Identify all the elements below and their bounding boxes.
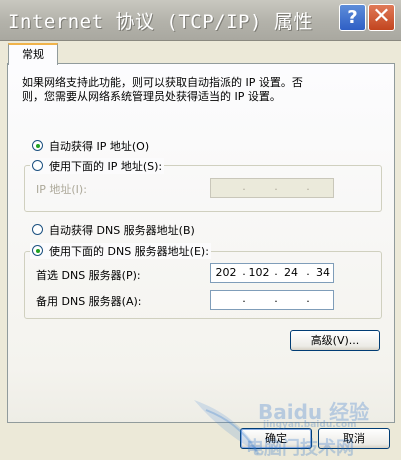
tab-panel-general: 如果网络支持此功能，则可以获取自动指派的 IP 设置。否 则，您需要从网络系统管… [7, 63, 395, 423]
ip-manual-legend: 使用下面的 IP 地址(S): [30, 158, 165, 174]
help-icon: ? [347, 7, 358, 28]
dialog-window: Internet 协议 (TCP/IP) 属性 ? ✕ 常规 如果网络支持此功能… [0, 0, 401, 459]
description-line-2: 则，您需要从网络系统管理员处获得适当的 IP 设置。 [22, 90, 281, 103]
dns-manual-legend: 使用下面的 DNS 服务器地址(E): [30, 243, 211, 259]
radio-selected-dot [35, 248, 40, 253]
label-preferred-dns: 首选 DNS 服务器(P): [36, 269, 141, 282]
preferred-dns-octet-4: 34 [316, 266, 330, 279]
preferred-dns-octet-2: 102 [248, 266, 270, 279]
ip-address-field: . . . [210, 178, 334, 198]
radio-ip-auto[interactable] [32, 140, 43, 151]
radio-ip-manual[interactable] [32, 160, 43, 171]
tab-general[interactable]: 常规 [8, 43, 58, 65]
preferred-dns-octet-1: 202 [215, 266, 237, 279]
radio-dns-manual[interactable] [32, 245, 43, 256]
octet-dot: . [242, 180, 246, 193]
label-ip-auto[interactable]: 自动获得 IP 地址(O) [49, 138, 149, 154]
label-ip-manual[interactable]: 使用下面的 IP 地址(S): [49, 160, 162, 173]
octet-dot: . [274, 292, 278, 305]
cancel-button[interactable]: 取消 [318, 428, 390, 449]
alternate-dns-field[interactable]: . . . [210, 290, 334, 310]
preferred-dns-octet-3: 24 [284, 266, 298, 279]
octet-dot: . [306, 292, 310, 305]
radio-selected-dot [35, 143, 40, 148]
label-alternate-dns: 备用 DNS 服务器(A): [36, 295, 142, 308]
label-dns-manual[interactable]: 使用下面的 DNS 服务器地址(E): [49, 245, 209, 258]
help-button[interactable]: ? [339, 4, 366, 31]
octet-dot: . [274, 180, 278, 193]
label-ip-address: IP 地址(I): [36, 183, 87, 196]
octet-dot: . [306, 180, 310, 193]
label-dns-auto[interactable]: 自动获得 DNS 服务器地址(B) [49, 222, 195, 238]
radio-dns-auto[interactable] [32, 224, 43, 235]
octet-dot: . [242, 292, 246, 305]
close-icon: ✕ [372, 4, 391, 29]
window-title: Internet 协议 (TCP/IP) 属性 [8, 11, 313, 33]
advanced-button[interactable]: 高级(V)... [290, 330, 380, 351]
preferred-dns-field[interactable]: 202 . 102 . 24 . 34 [210, 263, 334, 283]
ok-button[interactable]: 确定 [240, 428, 312, 449]
close-button[interactable]: ✕ [368, 4, 395, 31]
title-bar[interactable]: Internet 协议 (TCP/IP) 属性 ? ✕ [0, 0, 401, 41]
